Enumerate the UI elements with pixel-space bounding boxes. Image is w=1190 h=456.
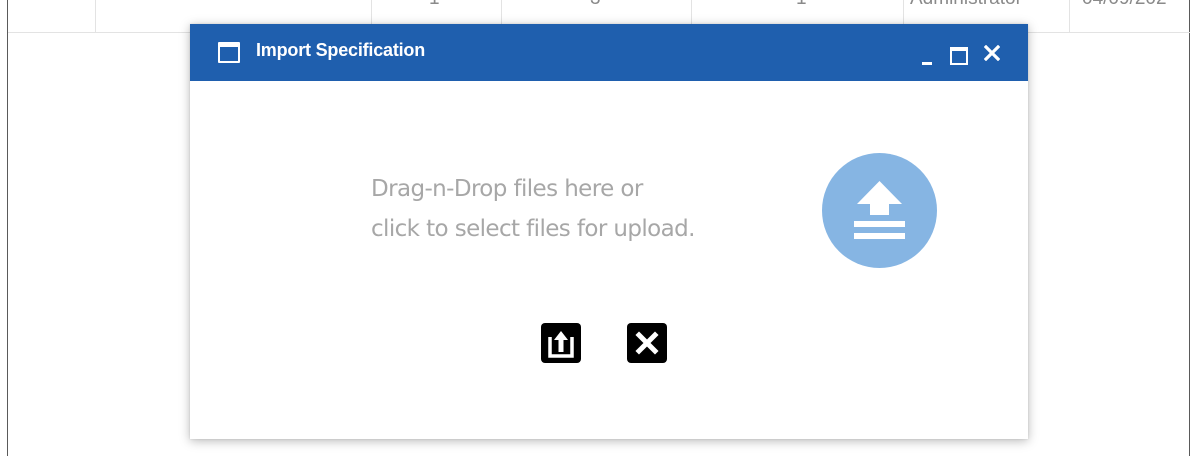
close-button[interactable]	[981, 24, 1003, 81]
dropzone-instruction-line1: Drag-n-Drop files here or	[371, 176, 643, 202]
window-icon	[218, 42, 240, 63]
dialog-titlebar[interactable]: Import Specification	[190, 24, 1028, 81]
dropzone-instruction-line2: click to select files for upload.	[371, 216, 695, 242]
table-cell: 04/09/202	[1070, 0, 1190, 33]
upload-button[interactable]	[541, 323, 581, 363]
import-specification-dialog: Import Specification Drag-n-Drop files h…	[190, 24, 1028, 439]
cancel-icon	[635, 331, 659, 355]
cancel-button[interactable]	[627, 323, 667, 363]
maximize-button[interactable]	[947, 24, 968, 81]
close-icon	[984, 45, 1000, 61]
upload-icon	[548, 331, 574, 358]
dialog-title: Import Specification	[256, 40, 426, 60]
upload-cloud-icon[interactable]	[822, 153, 937, 268]
table-cell	[8, 0, 96, 33]
minimize-button[interactable]	[919, 24, 937, 81]
